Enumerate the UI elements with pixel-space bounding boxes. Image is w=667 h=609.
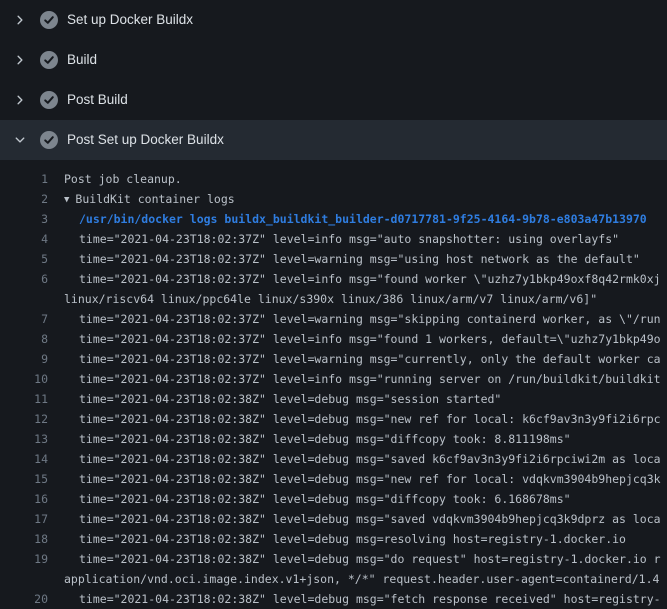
log-line: 14time="2021-04-23T18:02:38Z" level=debu… bbox=[0, 449, 667, 469]
success-check-circle-icon bbox=[40, 51, 58, 69]
chevron-down-icon bbox=[12, 132, 28, 148]
log-line-number[interactable]: 4 bbox=[0, 229, 48, 249]
log-line-text: time="2021-04-23T18:02:37Z" level=warnin… bbox=[48, 309, 661, 329]
log-line-number[interactable]: 7 bbox=[0, 309, 48, 329]
log-line: 3/usr/bin/docker logs buildx_buildkit_bu… bbox=[0, 209, 667, 229]
log-line-text: time="2021-04-23T18:02:38Z" level=debug … bbox=[48, 489, 571, 509]
log-command-text: /usr/bin/docker logs buildx_buildkit_bui… bbox=[48, 209, 647, 229]
log-line: 20time="2021-04-23T18:02:38Z" level=debu… bbox=[0, 589, 667, 609]
log-line: 10time="2021-04-23T18:02:37Z" level=info… bbox=[0, 369, 667, 389]
log-line: 4time="2021-04-23T18:02:37Z" level=info … bbox=[0, 229, 667, 249]
log-line-number[interactable]: 10 bbox=[0, 369, 48, 389]
log-line-number[interactable]: 15 bbox=[0, 469, 48, 489]
log-line-number bbox=[0, 569, 48, 589]
step-label: Post Set up Docker Buildx bbox=[67, 120, 224, 160]
log-line-text: time="2021-04-23T18:02:37Z" level=warnin… bbox=[48, 249, 640, 269]
log-line-number[interactable]: 14 bbox=[0, 449, 48, 469]
group-collapse-triangle-icon[interactable]: ▼ bbox=[64, 190, 69, 210]
log-line: 11time="2021-04-23T18:02:38Z" level=debu… bbox=[0, 389, 667, 409]
log-line: 9time="2021-04-23T18:02:37Z" level=warni… bbox=[0, 349, 667, 369]
log-line-text: ▼ BuildKit container logs bbox=[48, 189, 235, 209]
job-steps-list: Set up Docker BuildxBuildPost BuildPost … bbox=[0, 0, 667, 160]
log-line: 5time="2021-04-23T18:02:37Z" level=warni… bbox=[0, 249, 667, 269]
log-line: 1Post job cleanup. bbox=[0, 169, 667, 189]
log-line-number[interactable]: 1 bbox=[0, 169, 48, 189]
log-line-number[interactable]: 9 bbox=[0, 349, 48, 369]
log-line-number bbox=[0, 289, 48, 309]
chevron-right-icon bbox=[12, 92, 28, 108]
log-container: 1Post job cleanup.2 ▼ BuildKit container l… bbox=[0, 160, 667, 609]
log-line-number[interactable]: 2 bbox=[0, 189, 48, 209]
log-line: 17time="2021-04-23T18:02:38Z" level=debu… bbox=[0, 509, 667, 529]
log-line-text: time="2021-04-23T18:02:38Z" level=debug … bbox=[48, 449, 661, 469]
log-line: 6time="2021-04-23T18:02:37Z" level=info … bbox=[0, 269, 667, 289]
log-line: 2 ▼ BuildKit container logs bbox=[0, 189, 667, 209]
log-line: 13time="2021-04-23T18:02:38Z" level=debu… bbox=[0, 429, 667, 449]
log-line-number[interactable]: 19 bbox=[0, 549, 48, 569]
log-line: 7time="2021-04-23T18:02:37Z" level=warni… bbox=[0, 309, 667, 329]
step-label: Post Build bbox=[67, 80, 128, 120]
log-line: application/vnd.oci.image.index.v1+json,… bbox=[0, 569, 667, 589]
step-header-build[interactable]: Build bbox=[0, 40, 667, 80]
log-line-text: time="2021-04-23T18:02:37Z" level=warnin… bbox=[48, 349, 661, 369]
step-header-post-set-up-docker-buildx[interactable]: Post Set up Docker Buildx bbox=[0, 120, 667, 160]
success-check-circle-icon bbox=[40, 91, 58, 109]
log-line: 12time="2021-04-23T18:02:38Z" level=debu… bbox=[0, 409, 667, 429]
log-line-text: time="2021-04-23T18:02:38Z" level=debug … bbox=[48, 409, 661, 429]
log-line-text: time="2021-04-23T18:02:38Z" level=debug … bbox=[48, 509, 661, 529]
log-line: 18time="2021-04-23T18:02:38Z" level=debu… bbox=[0, 529, 667, 549]
log-line-number[interactable]: 3 bbox=[0, 209, 48, 229]
log-line-number[interactable]: 12 bbox=[0, 409, 48, 429]
log-line-text: time="2021-04-23T18:02:38Z" level=debug … bbox=[48, 549, 661, 569]
log-line-text: time="2021-04-23T18:02:37Z" level=info m… bbox=[48, 369, 661, 389]
log-group-title[interactable]: BuildKit container logs bbox=[75, 192, 234, 206]
log-line: linux/riscv64 linux/ppc64le linux/s390x … bbox=[0, 289, 667, 309]
log-line-number[interactable]: 5 bbox=[0, 249, 48, 269]
log-line-text: time="2021-04-23T18:02:38Z" level=debug … bbox=[48, 389, 501, 409]
log-line-number[interactable]: 16 bbox=[0, 489, 48, 509]
log-line: 16time="2021-04-23T18:02:38Z" level=debu… bbox=[0, 489, 667, 509]
success-check-circle-icon bbox=[40, 131, 58, 149]
step-header-post-build[interactable]: Post Build bbox=[0, 80, 667, 120]
log-line-number[interactable]: 13 bbox=[0, 429, 48, 449]
log-line-text: time="2021-04-23T18:02:37Z" level=info m… bbox=[48, 329, 661, 349]
log-line-number[interactable]: 11 bbox=[0, 389, 48, 409]
log-line-text: time="2021-04-23T18:02:37Z" level=info m… bbox=[48, 229, 619, 249]
log-line: 19time="2021-04-23T18:02:38Z" level=debu… bbox=[0, 549, 667, 569]
step-header-set-up-docker-buildx[interactable]: Set up Docker Buildx bbox=[0, 0, 667, 40]
log-line-text: time="2021-04-23T18:02:38Z" level=debug … bbox=[48, 429, 571, 449]
log-line: 15time="2021-04-23T18:02:38Z" level=debu… bbox=[0, 469, 667, 489]
chevron-right-icon bbox=[12, 12, 28, 28]
chevron-right-icon bbox=[12, 52, 28, 68]
log-line-text: time="2021-04-23T18:02:37Z" level=info m… bbox=[48, 269, 661, 289]
log-line-text: time="2021-04-23T18:02:38Z" level=debug … bbox=[48, 469, 661, 489]
step-label: Set up Docker Buildx bbox=[67, 0, 193, 40]
success-check-circle-icon bbox=[40, 11, 58, 29]
step-label: Build bbox=[67, 40, 97, 80]
log-line-number[interactable]: 17 bbox=[0, 509, 48, 529]
log-line-text: linux/riscv64 linux/ppc64le linux/s390x … bbox=[48, 289, 597, 309]
log-line-number[interactable]: 18 bbox=[0, 529, 48, 549]
log-line-text: time="2021-04-23T18:02:38Z" level=debug … bbox=[48, 529, 626, 549]
log-line-text: Post job cleanup. bbox=[48, 169, 182, 189]
log-line-number[interactable]: 20 bbox=[0, 589, 48, 609]
log-line: 8time="2021-04-23T18:02:37Z" level=info … bbox=[0, 329, 667, 349]
log-line-number[interactable]: 8 bbox=[0, 329, 48, 349]
log-line-text: time="2021-04-23T18:02:38Z" level=debug … bbox=[48, 589, 661, 609]
log-line-text: application/vnd.oci.image.index.v1+json,… bbox=[48, 569, 659, 589]
log-line-number[interactable]: 6 bbox=[0, 269, 48, 289]
